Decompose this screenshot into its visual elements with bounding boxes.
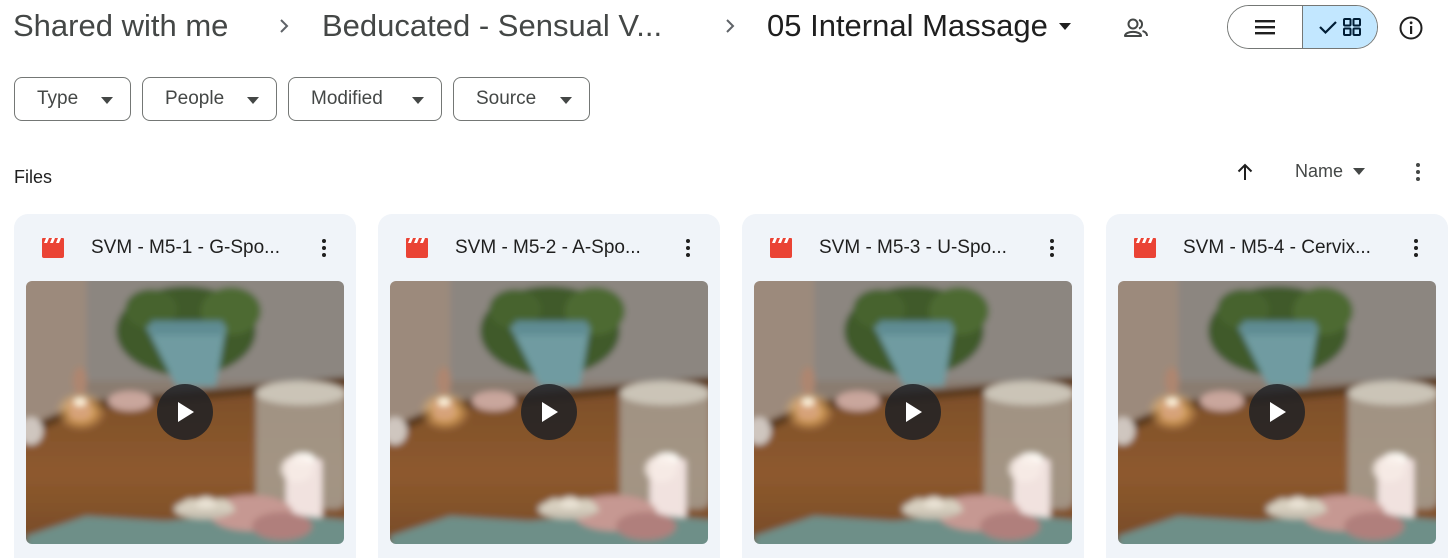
caret-down-icon xyxy=(1058,23,1071,30)
grid-view-icon xyxy=(1343,18,1361,36)
video-file-icon xyxy=(42,238,64,258)
play-button[interactable] xyxy=(521,384,577,440)
filter-type-label: Type xyxy=(37,88,79,109)
info-icon[interactable] xyxy=(1398,15,1424,41)
file-name: SVM - M5-3 - U-Spo... xyxy=(819,237,1007,258)
check-icon xyxy=(1319,21,1337,35)
file-name: SVM - M5-2 - A-Spo... xyxy=(455,237,641,258)
drive-page: Shared with me Beducated - Sensual V... … xyxy=(0,0,1454,558)
breadcrumb-shared-with-me[interactable]: Shared with me xyxy=(13,6,228,46)
sort-by-label: Name xyxy=(1295,161,1344,181)
header-bar: Shared with me Beducated - Sensual V... … xyxy=(0,0,1454,56)
file-name: SVM - M5-4 - Cervix... xyxy=(1183,237,1371,258)
more-vert-icon[interactable] xyxy=(312,236,336,260)
play-button[interactable] xyxy=(157,384,213,440)
more-vert-icon[interactable] xyxy=(676,236,700,260)
play-icon xyxy=(542,402,558,422)
play-button[interactable] xyxy=(885,384,941,440)
video-thumbnail[interactable] xyxy=(1118,281,1436,544)
caret-down-icon xyxy=(412,97,424,104)
video-file-icon xyxy=(770,238,792,258)
list-view-icon xyxy=(1255,20,1275,35)
filter-modified-label: Modified xyxy=(311,88,383,109)
play-icon xyxy=(178,402,194,422)
play-icon xyxy=(1270,402,1286,422)
breadcrumb-parent-folder[interactable]: Beducated - Sensual V... xyxy=(322,6,662,46)
list-view-button[interactable] xyxy=(1228,6,1303,48)
caret-down-icon xyxy=(560,97,572,104)
chevron-right-icon xyxy=(280,19,289,33)
play-button[interactable] xyxy=(1249,384,1305,440)
file-card[interactable]: SVM - M5-1 - G-Spo... xyxy=(14,214,356,558)
file-card[interactable]: SVM - M5-4 - Cervix... xyxy=(1106,214,1448,558)
caret-down-icon xyxy=(101,97,113,104)
file-name: SVM - M5-1 - G-Spo... xyxy=(91,237,280,258)
chevron-right-icon xyxy=(726,19,735,33)
filter-source[interactable]: Source xyxy=(453,77,590,121)
video-file-icon xyxy=(406,238,428,258)
video-thumbnail[interactable] xyxy=(26,281,344,544)
current-folder-title: 05 Internal Massage xyxy=(767,8,1048,43)
caret-down-icon xyxy=(1353,168,1366,175)
files-section-title: Files xyxy=(14,167,53,187)
filter-modified[interactable]: Modified xyxy=(288,77,442,121)
filter-source-label: Source xyxy=(476,88,537,109)
people-icon[interactable] xyxy=(1122,14,1150,42)
filter-people-label: People xyxy=(165,88,225,109)
filter-type[interactable]: Type xyxy=(14,77,131,121)
video-thumbnail[interactable] xyxy=(390,281,708,544)
more-vert-icon[interactable] xyxy=(1404,236,1428,260)
view-toggle xyxy=(1227,5,1378,49)
more-vert-icon[interactable] xyxy=(1040,236,1064,260)
sort-direction-arrow-up-icon[interactable] xyxy=(1233,160,1257,184)
grid-view-button[interactable] xyxy=(1303,6,1377,48)
video-thumbnail[interactable] xyxy=(754,281,1072,544)
file-card[interactable]: SVM - M5-2 - A-Spo... xyxy=(378,214,720,558)
play-icon xyxy=(906,402,922,422)
filter-people[interactable]: People xyxy=(142,77,277,121)
more-vert-icon[interactable] xyxy=(1406,160,1430,184)
current-folder-menu[interactable]: 05 Internal Massage xyxy=(767,6,1072,46)
file-card[interactable]: SVM - M5-3 - U-Spo... xyxy=(742,214,1084,558)
caret-down-icon xyxy=(247,97,259,104)
video-file-icon xyxy=(1134,238,1156,258)
sort-by-name-menu[interactable]: Name xyxy=(1295,161,1366,182)
